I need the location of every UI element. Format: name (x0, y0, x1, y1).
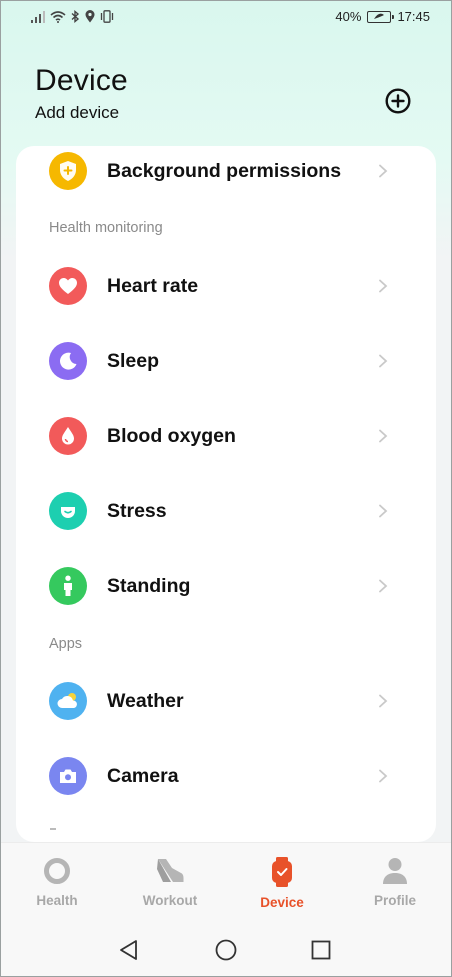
battery-percent: 40% (335, 9, 362, 24)
chevron-right-icon (379, 769, 388, 783)
chevron-right-icon (379, 694, 388, 708)
nav-tab-health[interactable]: Health (17, 857, 97, 908)
nav-tab-device[interactable]: Device (242, 857, 322, 910)
face-icon (49, 492, 87, 530)
chevron-right-icon (379, 579, 388, 593)
nav-tab-label: Profile (373, 893, 416, 908)
status-time: 17:45 (397, 9, 430, 24)
section-apps: Apps (49, 636, 83, 652)
list-item-blood-oxygen[interactable]: Blood oxygen (16, 404, 436, 468)
signal-icon (31, 10, 45, 23)
bluetooth-icon (71, 10, 80, 23)
status-icons-left (31, 10, 114, 23)
camera-icon (49, 757, 87, 795)
heart-icon (49, 267, 87, 305)
chevron-right-icon (379, 354, 388, 368)
add-device-button[interactable] (385, 88, 411, 114)
add-device-link[interactable]: Add device (35, 103, 119, 123)
status-icons-right: 40% 17:45 (335, 9, 430, 24)
bottom-nav: Health Workout Device Profile (0, 842, 452, 922)
chevron-right-icon (379, 504, 388, 518)
location-icon (85, 10, 95, 23)
list-item-camera[interactable]: Camera (16, 744, 436, 808)
wifi-icon (50, 10, 66, 23)
shoe-icon (157, 859, 184, 882)
plus-circle-icon (385, 88, 411, 114)
list-item-label: Heart rate (107, 274, 199, 297)
chevron-right-icon (379, 429, 388, 443)
nav-tab-label: Workout (142, 893, 198, 908)
list-item-label: Background permissions (107, 159, 342, 182)
chevron-right-icon (379, 279, 388, 293)
drop-icon (49, 417, 87, 455)
nav-tab-workout[interactable]: Workout (130, 857, 210, 908)
cloud-sun-icon (49, 682, 87, 720)
chevron-right-icon (379, 164, 388, 178)
list-item-label: Stress (107, 499, 167, 522)
watch-icon (272, 857, 292, 887)
nav-tab-profile[interactable]: Profile (355, 857, 435, 908)
list-item-label: Blood oxygen (107, 424, 236, 447)
list-item-standing[interactable]: Standing (16, 554, 436, 618)
nav-tab-label: Health (36, 893, 78, 908)
list-item-label: Weather (107, 689, 184, 712)
user-icon (383, 858, 407, 884)
page-title: Device (35, 64, 128, 97)
section-health-monitoring: Health monitoring (49, 220, 163, 236)
home-circle-icon[interactable] (214, 938, 238, 962)
status-bar: 40% 17:45 (0, 0, 452, 34)
list-item-label: Sleep (107, 349, 160, 372)
cut-off-section-marker (50, 828, 56, 830)
moon-icon (49, 342, 87, 380)
list-item-weather[interactable]: Weather (16, 669, 436, 733)
list-item-label: Camera (107, 764, 179, 787)
vibrate-icon (100, 10, 114, 23)
list-item-heart-rate[interactable]: Heart rate (16, 254, 436, 318)
list-item-label: Standing (107, 574, 191, 597)
recents-square-icon[interactable] (309, 938, 333, 962)
ring-icon (44, 858, 70, 884)
nav-tab-label: Device (260, 895, 304, 910)
system-nav-bar (0, 922, 452, 977)
back-triangle-icon[interactable] (117, 938, 141, 962)
person-icon (49, 567, 87, 605)
list-item-background-permissions[interactable]: Background permissions (16, 146, 436, 203)
settings-card: Background permissions Health monitoring… (16, 146, 436, 842)
list-item-sleep[interactable]: Sleep (16, 329, 436, 393)
battery-icon (367, 10, 395, 23)
list-item-stress[interactable]: Stress (16, 479, 436, 543)
shield-icon (49, 152, 87, 190)
